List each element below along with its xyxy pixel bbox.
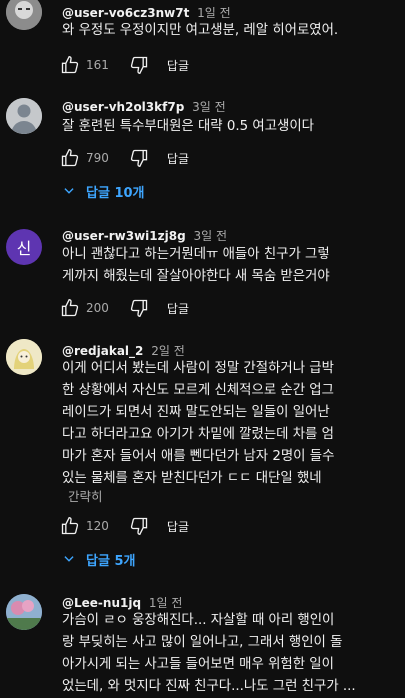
like-count: 161 bbox=[86, 58, 109, 72]
avatar[interactable]: 신 bbox=[6, 229, 42, 265]
comment-text: 와 우정도 우정이지만 여고생분, 레알 히어로였어. bbox=[62, 20, 397, 42]
comment-line: 레이드가 되면서 진짜 말도안되는 일들이 일어난 bbox=[62, 405, 330, 420]
comment-line: 아가시게 되는 사고들 들어보면 매우 위험한 일이 bbox=[62, 657, 334, 672]
avatar[interactable] bbox=[6, 339, 42, 375]
reply-button[interactable]: 답글 bbox=[167, 518, 189, 535]
comment-meta: @user-rw3wi1zj8g 3일 전 bbox=[62, 227, 227, 244]
thumbs-down-icon[interactable] bbox=[129, 55, 149, 75]
comment-time[interactable]: 1일 전 bbox=[149, 596, 183, 610]
comment-text: 가슴이 ㄹㅇ 웅장해진다... 자살할 때 아리 행인이 랑 부딪히는 사고 많… bbox=[62, 610, 397, 698]
avatar[interactable] bbox=[6, 98, 42, 134]
comment-line: 한 상황에서 자신도 모르게 신체적으로 순간 업그 bbox=[62, 383, 334, 398]
like-count: 790 bbox=[86, 151, 109, 165]
chevron-down-icon bbox=[62, 552, 76, 566]
thumbs-up-icon[interactable] bbox=[60, 148, 80, 168]
comment-meta: @Lee-nu1jq 1일 전 bbox=[62, 594, 182, 611]
comment-line: 이게 어디서 봤는데 사람이 정말 간절하거나 급박 bbox=[62, 361, 334, 376]
view-replies-button[interactable]: 답글 5개 bbox=[62, 546, 135, 572]
comment-meta: @user-vh2ol3kf7p 3일 전 bbox=[62, 98, 226, 115]
comment-author[interactable]: @redjakal_2 bbox=[62, 344, 143, 358]
comment-line: 있는 물체를 혼자 받친다던가 ㄷㄷ 대단일 했네 bbox=[62, 471, 322, 486]
comment-line: 가슴이 ㄹㅇ 웅장해진다... 자살할 때 아리 행인이 bbox=[62, 613, 335, 628]
reply-button[interactable]: 답글 bbox=[167, 57, 189, 74]
comment-line: 아니 괜찮다고 하는거뭔데ㅠ 애들아 친구가 그렇 bbox=[62, 247, 330, 262]
like-count: 120 bbox=[86, 519, 109, 533]
comment-text: 잘 훈련된 특수부대원은 대략 0.5 여고생이다 bbox=[62, 116, 397, 138]
comment-actions: 200 답글 bbox=[60, 296, 189, 320]
thumbs-down-icon[interactable] bbox=[129, 148, 149, 168]
replies-label: 답글 5개 bbox=[86, 553, 136, 569]
thumbs-up-icon[interactable] bbox=[60, 516, 80, 536]
comment-actions: 790 답글 bbox=[60, 146, 189, 170]
avatar[interactable] bbox=[6, 594, 42, 630]
thumbs-down-icon[interactable] bbox=[129, 298, 149, 318]
show-less-button[interactable]: 간략히 bbox=[68, 486, 103, 505]
comment-text: 이게 어디서 봤는데 사람이 정말 간절하거나 급박 한 상황에서 자신도 모르… bbox=[62, 358, 397, 490]
thumbs-down-icon[interactable] bbox=[129, 516, 149, 536]
chevron-down-icon bbox=[62, 184, 76, 198]
comment-meta: @redjakal_2 2일 전 bbox=[62, 342, 185, 359]
comment-author[interactable]: @user-rw3wi1zj8g bbox=[62, 229, 186, 243]
comment-author[interactable]: @user-vh2ol3kf7p bbox=[62, 100, 184, 114]
comment-meta: @user-vo6cz3nw7t 1일 전 bbox=[62, 4, 231, 21]
comment-line: 랑 부딪히는 사고 많이 일어나고, 그래서 행인이 돌 bbox=[62, 635, 343, 650]
avatar-letter: 신 bbox=[16, 239, 32, 258]
comment-line: 다고 하더라고요 아기가 차밑에 깔렸는데 차를 엄 bbox=[62, 427, 334, 442]
thumbs-up-icon[interactable] bbox=[60, 298, 80, 318]
comment-author[interactable]: @user-vo6cz3nw7t bbox=[62, 6, 189, 20]
reply-button[interactable]: 답글 bbox=[167, 150, 189, 167]
comment-time[interactable]: 2일 전 bbox=[151, 344, 185, 358]
replies-label: 답글 10개 bbox=[86, 185, 145, 201]
comment-time[interactable]: 3일 전 bbox=[192, 100, 226, 114]
comment-line: 잘 훈련된 특수부대원은 대략 0.5 여고생이다 bbox=[62, 119, 315, 134]
comment-line: 마가 혼자 들어서 애를 뻰다던가 남자 2명이 들수 bbox=[62, 449, 335, 464]
comment-line: 었는데, 와 멋지다 진짜 친구다...나도 그런 친구가 ... bbox=[62, 679, 356, 694]
comment-time[interactable]: 3일 전 bbox=[194, 229, 228, 243]
thumbs-up-icon[interactable] bbox=[60, 55, 80, 75]
comment-actions: 161 답글 bbox=[60, 53, 189, 77]
comment-time[interactable]: 1일 전 bbox=[197, 6, 231, 20]
avatar[interactable] bbox=[6, 0, 42, 30]
comment-author[interactable]: @Lee-nu1jq bbox=[62, 596, 141, 610]
comment-text: 아니 괜찮다고 하는거뭔데ㅠ 애들아 친구가 그렇 게까지 해줬는데 잘살아야한… bbox=[62, 244, 397, 288]
comment-line: 와 우정도 우정이지만 여고생분, 레알 히어로였어. bbox=[62, 23, 339, 38]
like-count: 200 bbox=[86, 301, 109, 315]
view-replies-button[interactable]: 답글 10개 bbox=[62, 178, 145, 204]
reply-button[interactable]: 답글 bbox=[167, 300, 189, 317]
comment-actions: 120 답글 bbox=[60, 514, 189, 538]
comment-line: 게까지 해줬는데 잘살아야한다 새 목숨 받은거야 bbox=[62, 269, 330, 284]
